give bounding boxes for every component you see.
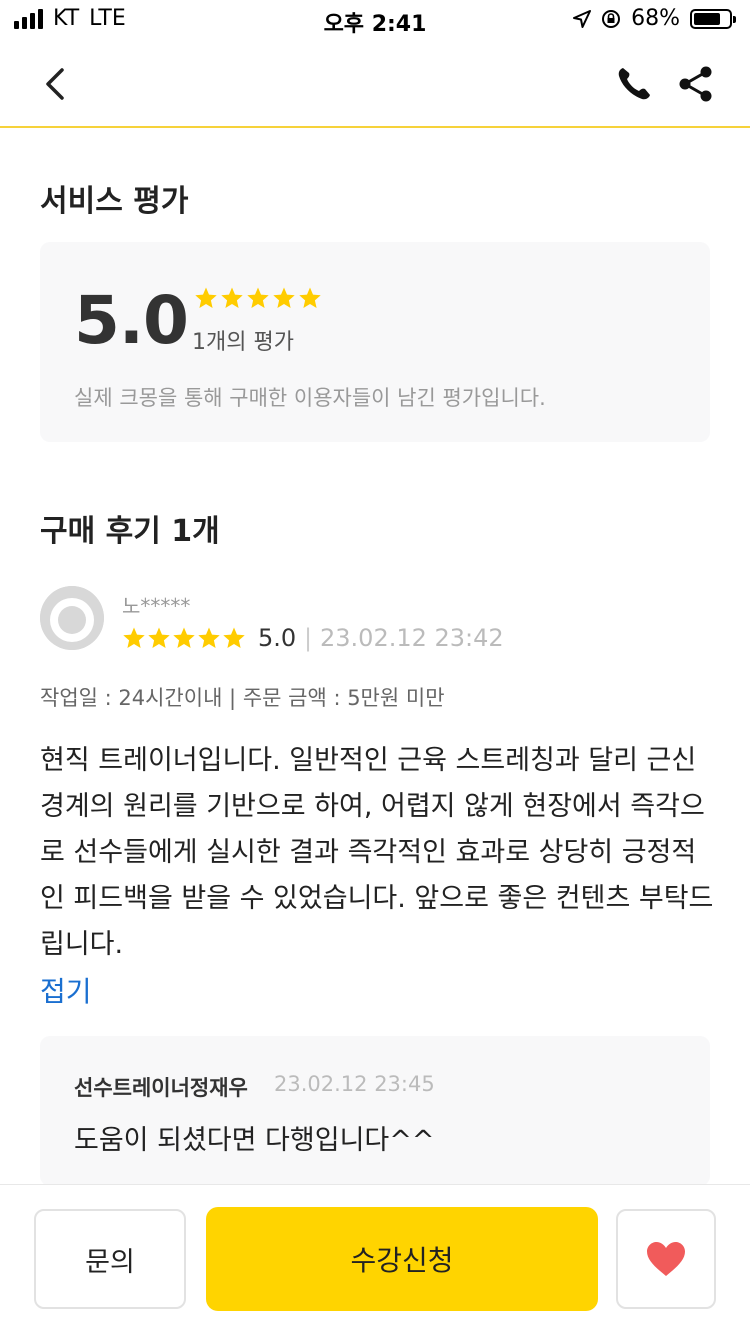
review-text: 현직 트레이너입니다. 일반적인 근육 스트레칭과 달리 근신경계의 원리를 기…: [40, 745, 714, 960]
review-separator: |: [304, 624, 313, 652]
average-score: 5.0: [74, 282, 189, 359]
reply-author: 선수트레이너정재우: [74, 1076, 248, 1100]
phone-icon[interactable]: [614, 64, 654, 104]
status-bar: KT LTE 오후 2:41 68%: [0, 0, 750, 40]
seller-reply: 선수트레이너정재우 23.02.12 23:45 도움이 되셨다면 다행입니다^…: [40, 1036, 710, 1186]
battery-percent: 68%: [631, 6, 680, 31]
status-right: 68%: [573, 6, 736, 31]
heart-icon: [647, 1242, 685, 1276]
share-icon[interactable]: [676, 64, 716, 104]
star-icon: [123, 627, 145, 648]
inquiry-button[interactable]: 문의: [34, 1209, 186, 1309]
star-icon: [198, 627, 220, 648]
like-button[interactable]: [616, 1209, 716, 1309]
rating-count: 1개의 평가: [192, 330, 294, 355]
star-icon: [195, 287, 217, 308]
battery-icon: [690, 8, 736, 29]
star-icon: [223, 627, 245, 648]
location-icon: [573, 9, 592, 28]
rating-summary-card: 5.0 1개의 평가 실제 크몽을 통해 구매한 이용자들이 남긴 평가입니다.: [40, 242, 710, 442]
apply-button[interactable]: 수강신청: [206, 1207, 598, 1311]
reply-text: 도움이 되셨다면 다행입니다^^: [74, 1125, 435, 1156]
reviewer-name: 노*****: [122, 594, 191, 618]
bottom-action-bar: 문의 수강신청: [0, 1184, 750, 1335]
top-nav-bar: [0, 40, 750, 128]
star-icon: [173, 627, 195, 648]
star-icon: [148, 627, 170, 648]
service-rating-title: 서비스 평가: [40, 184, 189, 219]
collapse-link[interactable]: 접기: [40, 970, 92, 1010]
rating-stars: [194, 286, 322, 310]
avatar: [40, 586, 104, 650]
review-meta: 작업일 : 24시간이내 | 주문 금액 : 5만원 미만: [40, 686, 445, 710]
star-icon: [221, 287, 243, 308]
reviews-title: 구매 후기 1개: [40, 514, 220, 549]
rating-note: 실제 크몽을 통해 구매한 이용자들이 남긴 평가입니다.: [74, 386, 546, 410]
review-score: 5.0: [258, 624, 297, 652]
star-icon: [273, 287, 295, 308]
star-icon: [247, 287, 269, 308]
review-stars: [122, 626, 246, 650]
reply-date: 23.02.12 23:45: [274, 1072, 435, 1096]
chevron-left-icon[interactable]: [36, 62, 76, 106]
review-date: 23.02.12 23:42: [320, 624, 504, 652]
star-icon: [299, 287, 321, 308]
orientation-lock-icon: [602, 9, 621, 28]
